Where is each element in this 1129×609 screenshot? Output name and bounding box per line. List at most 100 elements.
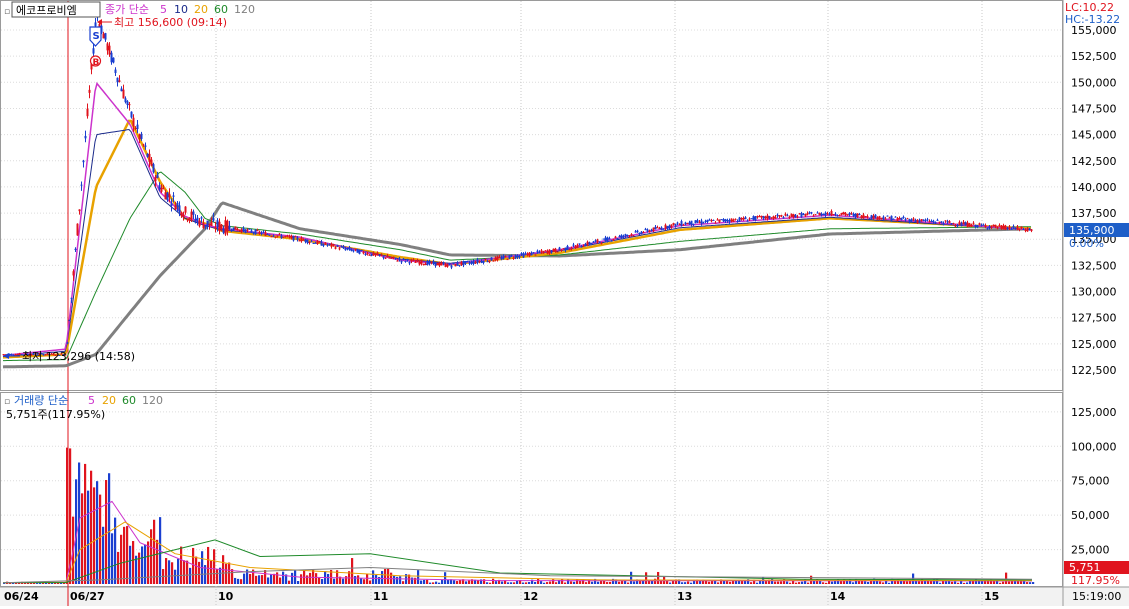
price-candle-body xyxy=(344,248,347,251)
volume-bar xyxy=(351,558,354,584)
volume-bar xyxy=(777,581,780,584)
price-candle-body xyxy=(1002,225,1005,230)
volume-bar xyxy=(219,567,222,584)
price-candle-body xyxy=(326,244,329,246)
volume-bar xyxy=(327,573,330,584)
price-candle-body xyxy=(906,218,909,220)
volume-bar xyxy=(627,582,630,584)
price-candle-body xyxy=(654,226,657,230)
volume-bar xyxy=(501,581,504,584)
volume-bar xyxy=(195,556,198,584)
price-candle-body xyxy=(508,255,511,259)
volume-bar xyxy=(198,561,201,584)
price-candle-body xyxy=(128,104,131,106)
price-candle-body xyxy=(1024,229,1027,231)
price-candle-body xyxy=(368,254,371,256)
volume-bar xyxy=(84,463,87,584)
volume-bar xyxy=(534,582,537,584)
volume-bar xyxy=(177,558,180,584)
price-candle-body xyxy=(218,221,221,231)
price-candle-body xyxy=(200,217,203,219)
price-candle-body xyxy=(170,203,173,206)
price-candle-body xyxy=(304,239,307,242)
volume-bar xyxy=(381,571,384,584)
volume-bar xyxy=(153,519,156,584)
volume-bar xyxy=(684,582,687,584)
volume-bar xyxy=(282,571,285,584)
price-candle-body xyxy=(838,215,841,217)
volume-bar xyxy=(240,579,243,584)
price-candle-body xyxy=(256,230,259,232)
price-candle-body xyxy=(476,259,479,263)
volume-bar xyxy=(507,582,510,584)
price-candle-body xyxy=(796,216,799,218)
price-candle-body xyxy=(792,214,795,218)
price-candle-body xyxy=(182,214,185,218)
volume-bar xyxy=(633,581,636,584)
price-candle-body xyxy=(976,225,979,228)
price-candle-body xyxy=(656,227,659,229)
volume-bar xyxy=(879,581,882,584)
price-candle-body xyxy=(956,225,959,227)
price-candle-body xyxy=(608,238,611,240)
price-candle-body xyxy=(566,245,569,250)
price-candle-body xyxy=(384,257,387,259)
price-candle-body xyxy=(604,237,607,241)
price-candle-body xyxy=(588,242,591,245)
price-candle-body xyxy=(342,246,345,249)
volume-bar xyxy=(630,571,633,584)
volume-bar xyxy=(420,580,423,584)
price-candle-body xyxy=(276,235,279,237)
price-candle-body xyxy=(356,248,359,253)
price-candle-body xyxy=(988,226,991,229)
price-candle-body xyxy=(240,229,243,232)
price-candle-body xyxy=(66,342,69,344)
price-candle-body xyxy=(94,22,97,27)
vol-ma-period-20: 20 xyxy=(102,394,116,407)
price-tick-label: 127,500 xyxy=(1071,312,1117,325)
price-candle-body xyxy=(996,227,999,229)
volume-bar xyxy=(255,575,258,584)
volume-bar xyxy=(465,581,468,584)
volume-bar xyxy=(138,552,141,584)
price-candle-body xyxy=(730,218,733,222)
volume-bar xyxy=(342,578,345,584)
price-candle-body xyxy=(860,215,863,218)
volume-bar xyxy=(825,582,828,584)
price-candle-body xyxy=(396,260,399,262)
price-tick-label: 130,000 xyxy=(1071,286,1117,299)
volume-bar xyxy=(174,569,177,584)
x-axis-label: 11 xyxy=(373,590,388,603)
price-candle-body xyxy=(500,257,503,260)
price-legend-label: 종가 단순 xyxy=(105,3,149,16)
ma-period-20: 20 xyxy=(194,3,208,16)
price-candle-body xyxy=(872,215,875,219)
price-candle-body xyxy=(86,108,89,117)
price-candle-body xyxy=(242,227,245,231)
price-candle-body xyxy=(790,213,793,217)
price-candle-body xyxy=(252,232,255,234)
price-candle-body xyxy=(280,235,283,238)
ma-period-10: 10 xyxy=(174,3,188,16)
volume-bar xyxy=(144,544,147,584)
price-candle-body xyxy=(742,217,745,220)
price-candle-body xyxy=(1022,229,1025,231)
price-candle-body xyxy=(944,220,947,222)
price-candle-body xyxy=(272,235,275,237)
price-candle-body xyxy=(1014,227,1017,229)
price-candle-body xyxy=(150,159,153,166)
volume-bar xyxy=(81,493,84,584)
volume-bar xyxy=(705,580,708,584)
price-candle-body xyxy=(600,242,603,244)
volume-bar xyxy=(954,581,957,584)
price-candle-body xyxy=(176,202,179,207)
price-candle-body xyxy=(454,264,457,267)
volume-bar xyxy=(708,581,711,584)
price-candle-body xyxy=(888,217,891,219)
price-candle-body xyxy=(798,213,801,215)
volume-bar xyxy=(792,580,795,584)
volume-bar xyxy=(786,581,789,584)
volume-bar xyxy=(402,581,405,584)
volume-bar xyxy=(375,575,378,584)
price-candle-body xyxy=(800,213,803,218)
